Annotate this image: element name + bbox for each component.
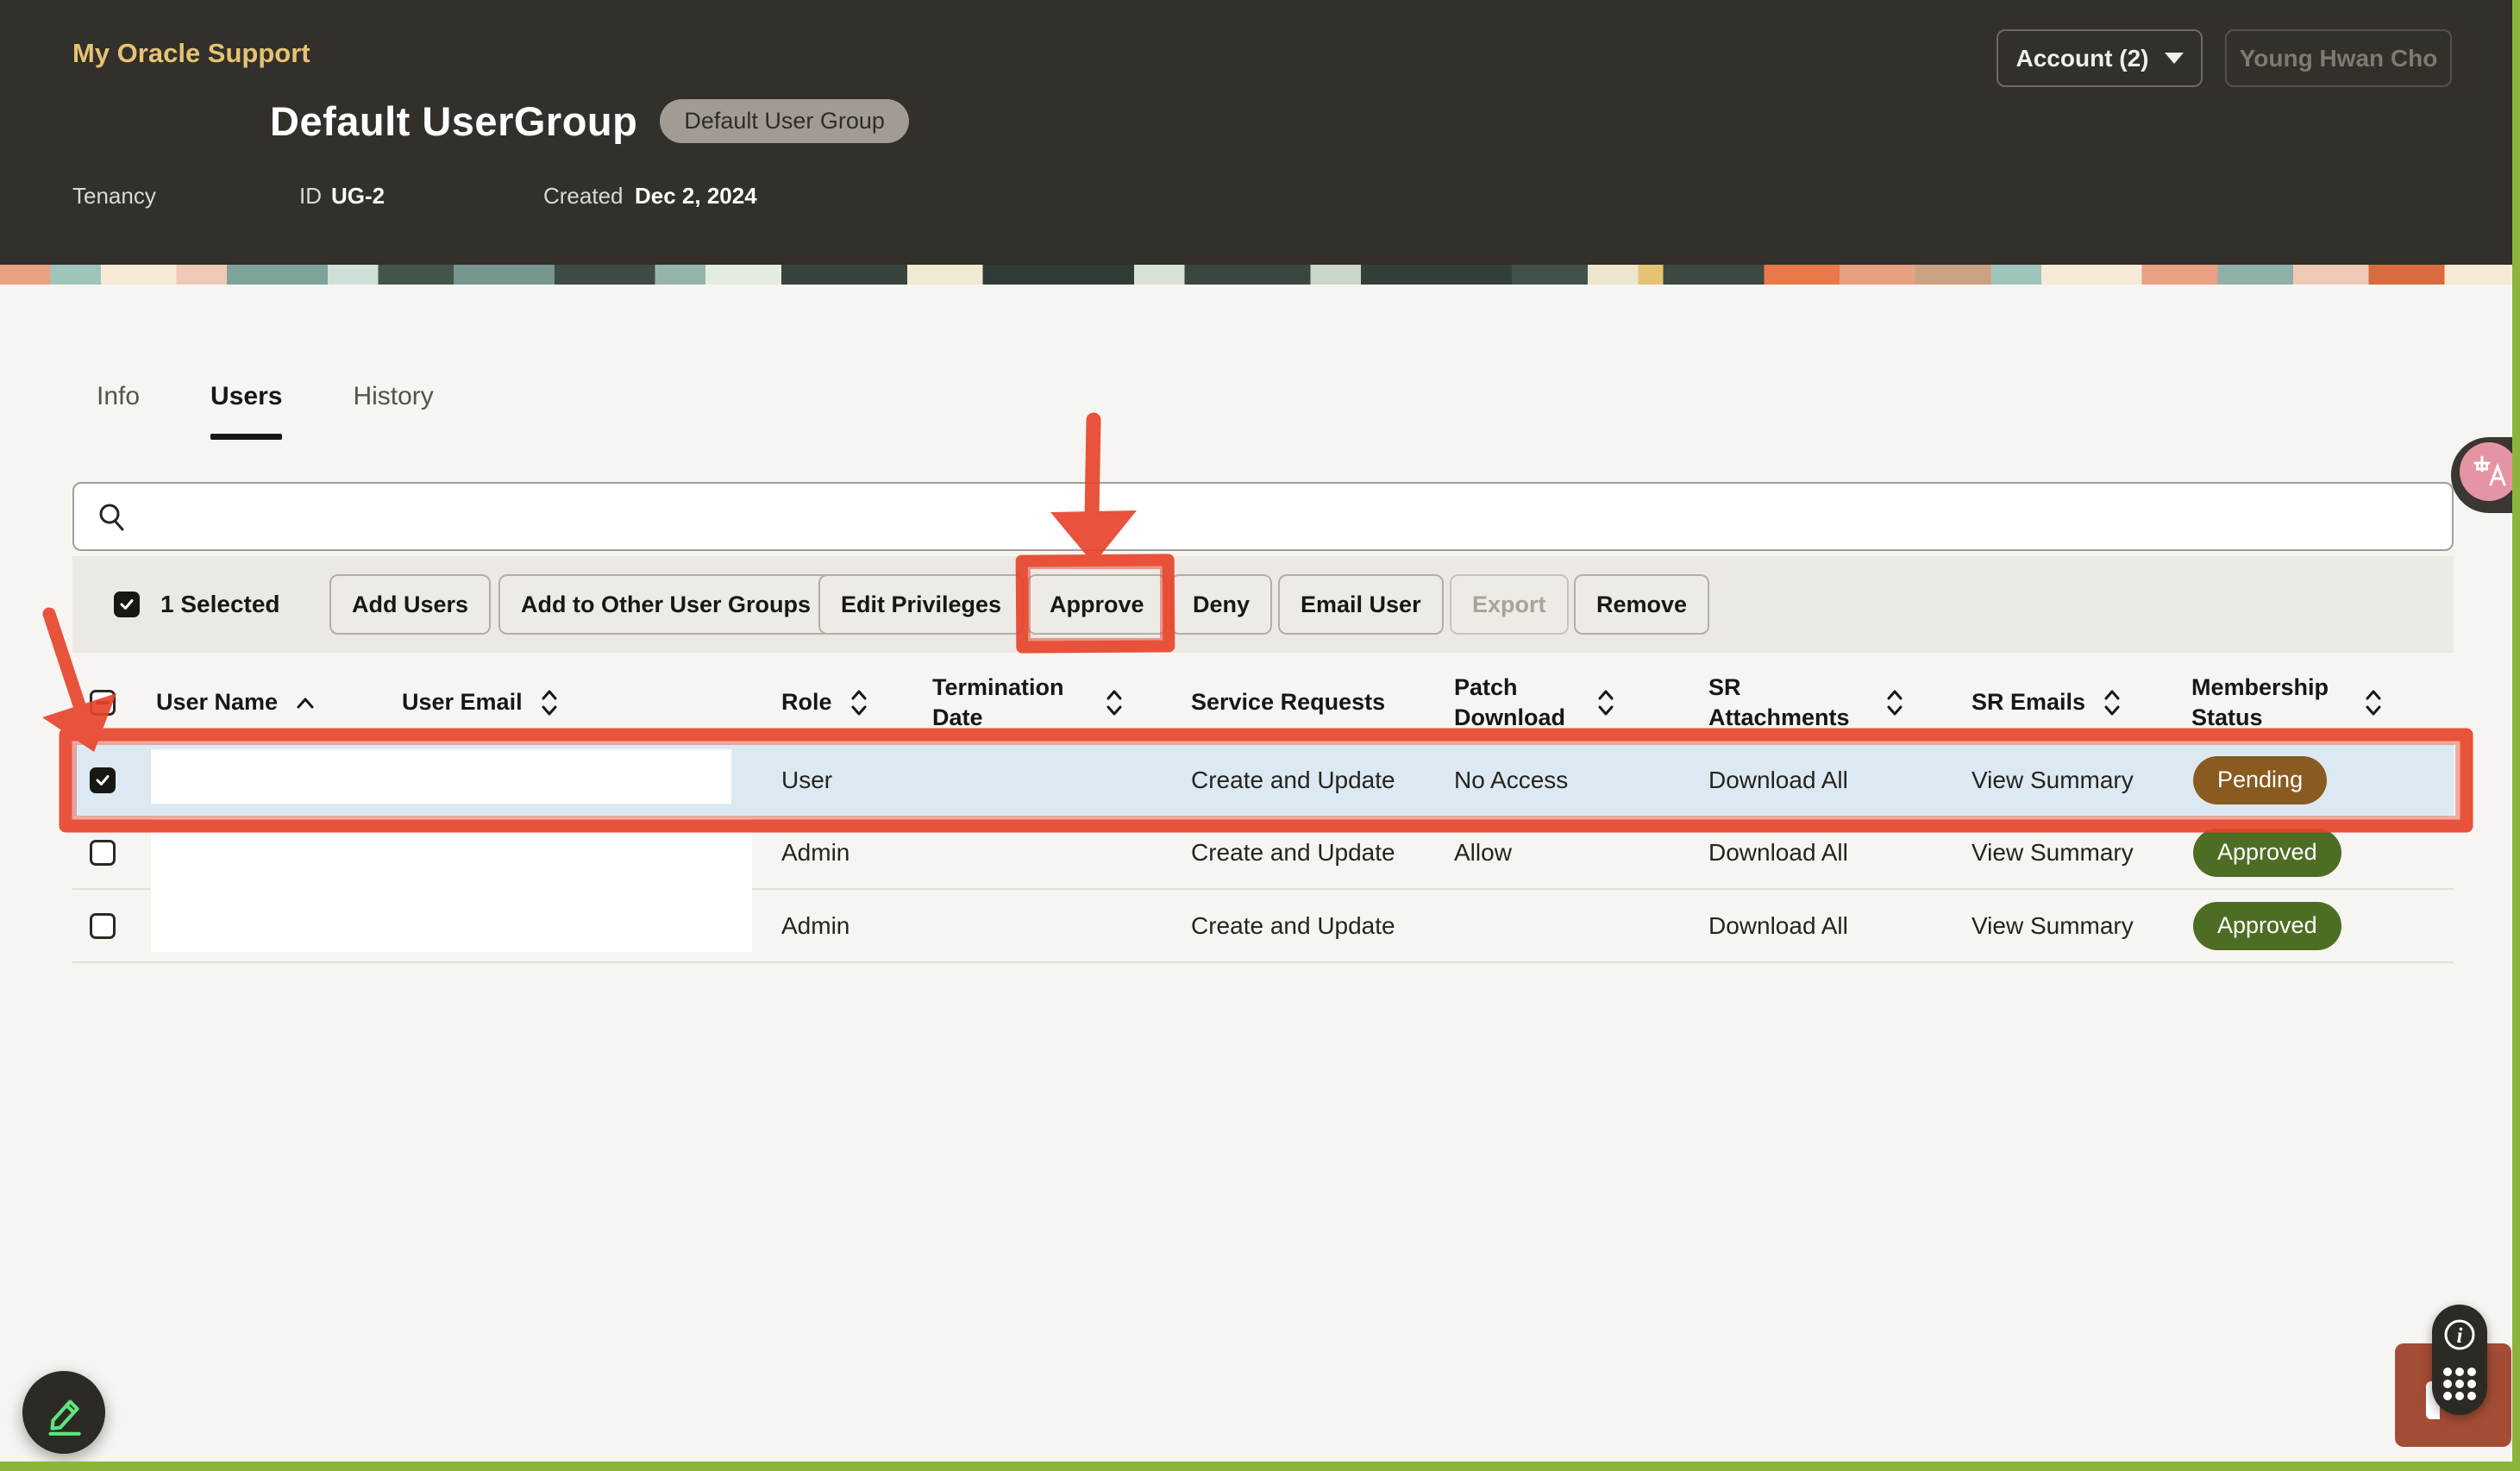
apps-grid-icon[interactable] bbox=[2441, 1365, 2479, 1403]
status-badge: Pending bbox=[2193, 756, 2327, 804]
help-pill: i bbox=[2432, 1305, 2487, 1415]
column-header-membership-status[interactable]: Membership Status bbox=[2178, 673, 2454, 733]
translate-fab[interactable] bbox=[2451, 437, 2520, 513]
sort-icon bbox=[2364, 687, 2383, 718]
cell-sr-attachments: Download All bbox=[1695, 839, 1958, 867]
search-icon bbox=[97, 501, 128, 532]
sort-icon bbox=[849, 687, 868, 718]
id-label: ID bbox=[299, 183, 322, 210]
add-users-button[interactable]: Add Users bbox=[329, 574, 491, 635]
tenancy-label: Tenancy bbox=[72, 183, 156, 210]
cell-sr-emails: View Summary bbox=[1958, 839, 2178, 867]
email-user-button[interactable]: Email User bbox=[1278, 574, 1444, 635]
user-name-label: Young Hwan Cho bbox=[2240, 45, 2438, 72]
svg-text:i: i bbox=[2457, 1324, 2463, 1348]
cell-sr-emails: View Summary bbox=[1958, 912, 2178, 940]
bulk-actions-toolbar: 1 Selected Add Users Add to Other User G… bbox=[72, 556, 2454, 653]
account-dropdown-button[interactable]: Account (2) bbox=[1997, 29, 2203, 87]
cell-patch-download: Allow bbox=[1440, 839, 1695, 867]
user-name-button[interactable]: Young Hwan Cho bbox=[2225, 29, 2452, 87]
tab-history[interactable]: History bbox=[353, 382, 433, 440]
row-checkbox[interactable] bbox=[90, 913, 116, 939]
column-header-service-requests[interactable]: Service Requests bbox=[1177, 687, 1440, 717]
account-dropdown-label: Account (2) bbox=[2016, 45, 2149, 72]
row-checkbox[interactable] bbox=[90, 767, 116, 793]
table-header-row: User Name User Email Role bbox=[72, 662, 2454, 743]
tab-bar: Info Users History bbox=[97, 382, 434, 440]
chevron-down-icon bbox=[2165, 53, 2184, 64]
sort-icon bbox=[1105, 687, 1124, 718]
column-header-user-name[interactable]: User Name bbox=[142, 687, 388, 717]
cell-sr-attachments: Download All bbox=[1695, 767, 1958, 794]
sort-icon bbox=[540, 687, 559, 718]
brand-link[interactable]: My Oracle Support bbox=[72, 38, 310, 69]
column-header-termination-date[interactable]: Termination Date bbox=[918, 673, 1177, 733]
select-all-checkbox[interactable] bbox=[114, 592, 140, 617]
cell-service-requests: Create and Update bbox=[1177, 839, 1440, 867]
cell-sr-emails: View Summary bbox=[1958, 767, 2178, 794]
default-group-badge: Default User Group bbox=[660, 99, 909, 143]
add-to-other-groups-button[interactable]: Add to Other User Groups bbox=[498, 574, 833, 635]
deny-button[interactable]: Deny bbox=[1170, 574, 1272, 635]
cell-role: Admin bbox=[768, 912, 918, 940]
sort-icon bbox=[1596, 687, 1615, 718]
cell-service-requests: Create and Update bbox=[1177, 767, 1440, 794]
title-row: Default UserGroup Default User Group bbox=[270, 97, 909, 145]
edit-annotation-fab[interactable] bbox=[22, 1371, 105, 1454]
check-icon bbox=[118, 596, 135, 613]
column-header-sr-emails[interactable]: SR Emails bbox=[1958, 687, 2178, 718]
screen-edge-strip-right bbox=[2512, 0, 2520, 1471]
column-header-sr-attachments[interactable]: SR Attachments bbox=[1695, 673, 1958, 733]
redacted-user-info bbox=[151, 818, 752, 952]
tab-info[interactable]: Info bbox=[97, 382, 140, 440]
column-header-role[interactable]: Role bbox=[768, 687, 918, 718]
info-icon[interactable]: i bbox=[2442, 1317, 2478, 1353]
check-icon bbox=[94, 772, 111, 789]
cell-sr-attachments: Download All bbox=[1695, 912, 1958, 940]
header-checkbox[interactable] bbox=[90, 690, 116, 716]
selected-count: 1 Selected bbox=[160, 591, 280, 618]
column-header-user-email[interactable]: User Email bbox=[388, 687, 768, 718]
row-checkbox[interactable] bbox=[90, 840, 116, 866]
cell-role: Admin bbox=[768, 839, 918, 867]
screen-edge-strip-bottom bbox=[0, 1462, 2520, 1471]
approve-button[interactable]: Approve bbox=[1027, 574, 1167, 635]
export-button[interactable]: Export bbox=[1450, 574, 1569, 635]
redacted-user-info bbox=[151, 749, 731, 804]
cell-role: User bbox=[768, 767, 918, 794]
remove-button[interactable]: Remove bbox=[1574, 574, 1709, 635]
search-input[interactable] bbox=[148, 502, 2431, 532]
cell-service-requests: Create and Update bbox=[1177, 912, 1440, 940]
cell-patch-download: No Access bbox=[1440, 767, 1695, 794]
id-value: UG-2 bbox=[331, 183, 385, 210]
column-header-patch-download[interactable]: Patch Download bbox=[1440, 673, 1695, 733]
tab-users[interactable]: Users bbox=[210, 382, 282, 440]
created-label: Created bbox=[543, 183, 624, 210]
page-title: Default UserGroup bbox=[270, 97, 637, 145]
search-bar bbox=[72, 482, 2454, 551]
status-badge: Approved bbox=[2193, 829, 2341, 877]
decorative-banner bbox=[0, 265, 2520, 285]
sort-icon bbox=[1885, 687, 1904, 718]
sort-icon bbox=[2103, 687, 2122, 718]
status-badge: Approved bbox=[2193, 902, 2341, 950]
app-header: My Oracle Support Default UserGroup Defa… bbox=[0, 0, 2520, 265]
created-value: Dec 2, 2024 bbox=[635, 183, 757, 210]
edit-privileges-button[interactable]: Edit Privileges bbox=[818, 574, 1024, 635]
sort-asc-icon bbox=[295, 695, 316, 710]
translate-icon bbox=[2460, 442, 2518, 501]
page: My Oracle Support Default UserGroup Defa… bbox=[0, 0, 2520, 1471]
users-table: User Name User Email Role bbox=[72, 662, 2454, 963]
pencil-icon bbox=[39, 1387, 89, 1437]
